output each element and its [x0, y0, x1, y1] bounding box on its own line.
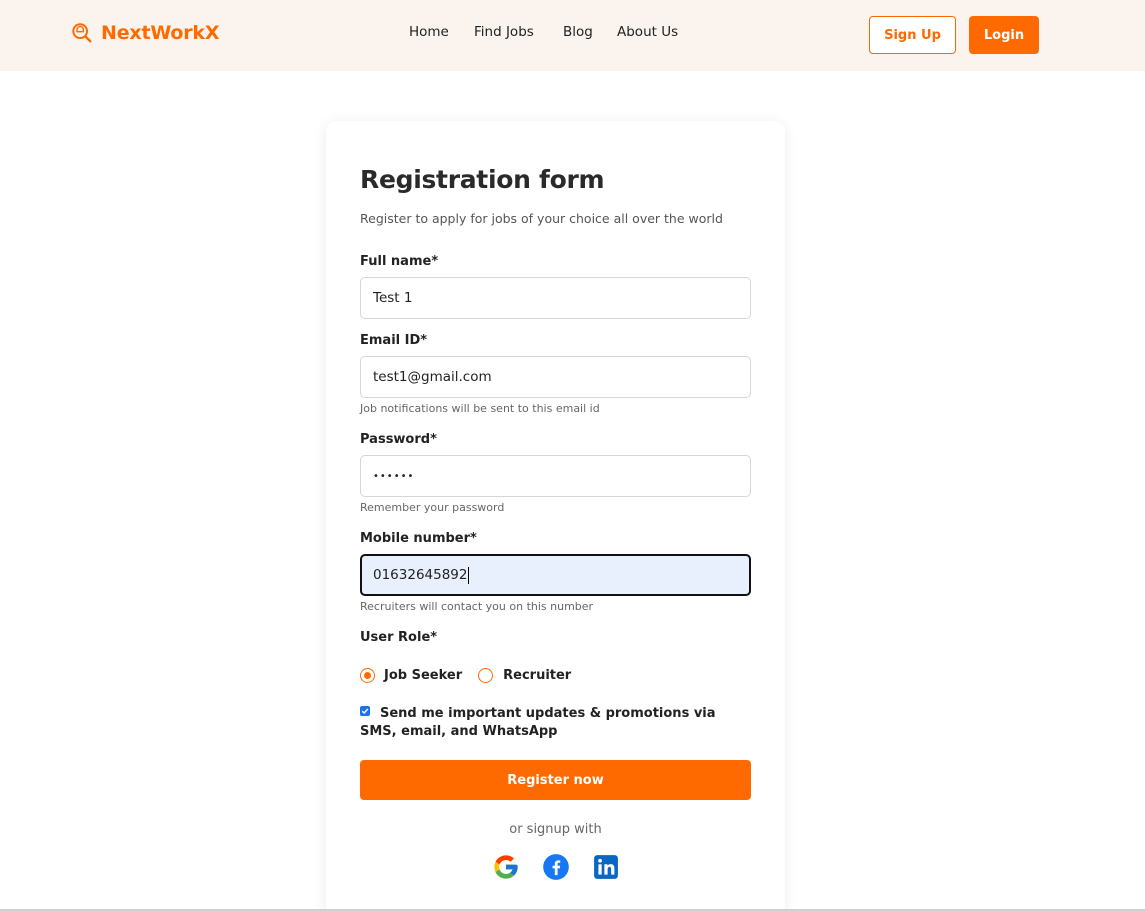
form-title: Registration form [360, 165, 605, 194]
password-hint: Remember your password [360, 501, 505, 514]
job-seeker-radio[interactable] [360, 668, 375, 683]
brand-name: NextWorkX [101, 22, 220, 44]
consent-checkbox-row: Send me important updates & promotions v… [360, 705, 755, 741]
signup-button[interactable]: Sign Up [869, 16, 956, 54]
linkedin-icon [594, 855, 618, 879]
recruiter-label[interactable]: Recruiter [503, 668, 571, 683]
password-value: •••••• [373, 470, 415, 482]
checkmark-icon [361, 708, 369, 715]
facebook-icon [543, 854, 569, 880]
linkedin-signup-button[interactable] [592, 853, 620, 881]
mobile-input[interactable]: 01632645892 [360, 554, 751, 596]
email-value: test1@gmail.com [373, 369, 492, 385]
mobile-hint: Recruiters will contact you on this numb… [360, 600, 594, 613]
top-navbar: NextWorkX Home Find Jobs Blog About Us S… [0, 0, 1145, 71]
recruiter-radio[interactable] [478, 668, 494, 683]
social-signup-prompt: or signup with [509, 822, 602, 837]
brand-logo[interactable]: NextWorkX [71, 22, 220, 44]
nav-home[interactable]: Home [409, 24, 449, 40]
register-button[interactable]: Register now [360, 760, 751, 800]
registration-card: Registration form Register to apply for … [326, 121, 785, 911]
full-name-value: Test 1 [373, 290, 413, 306]
google-icon [494, 855, 518, 879]
password-label: Password* [360, 432, 437, 447]
password-input[interactable]: •••••• [360, 455, 751, 497]
mobile-label: Mobile number* [360, 531, 477, 546]
email-hint: Job notifications will be sent to this e… [360, 402, 600, 415]
job-seeker-label[interactable]: Job Seeker [384, 668, 462, 683]
email-label: Email ID* [360, 333, 428, 348]
full-name-label: Full name* [360, 254, 439, 269]
text-caret [468, 566, 470, 584]
nav-about-us[interactable]: About Us [617, 24, 678, 40]
consent-checkbox[interactable] [360, 706, 370, 716]
user-role-options: Job Seeker Recruiter [360, 668, 571, 683]
email-input[interactable]: test1@gmail.com [360, 356, 751, 398]
nav-blog[interactable]: Blog [563, 24, 593, 40]
nav-find-jobs[interactable]: Find Jobs [474, 24, 534, 40]
facebook-signup-button[interactable] [542, 853, 570, 881]
google-signup-button[interactable] [492, 853, 520, 881]
user-role-label: User Role* [360, 630, 438, 645]
form-subtitle: Register to apply for jobs of your choic… [360, 211, 723, 226]
mobile-value: 01632645892 [373, 567, 468, 583]
consent-text: Send me important updates & promotions v… [360, 706, 716, 739]
login-button[interactable]: Login [969, 16, 1039, 54]
full-name-input[interactable]: Test 1 [360, 277, 751, 319]
search-icon [72, 23, 92, 43]
